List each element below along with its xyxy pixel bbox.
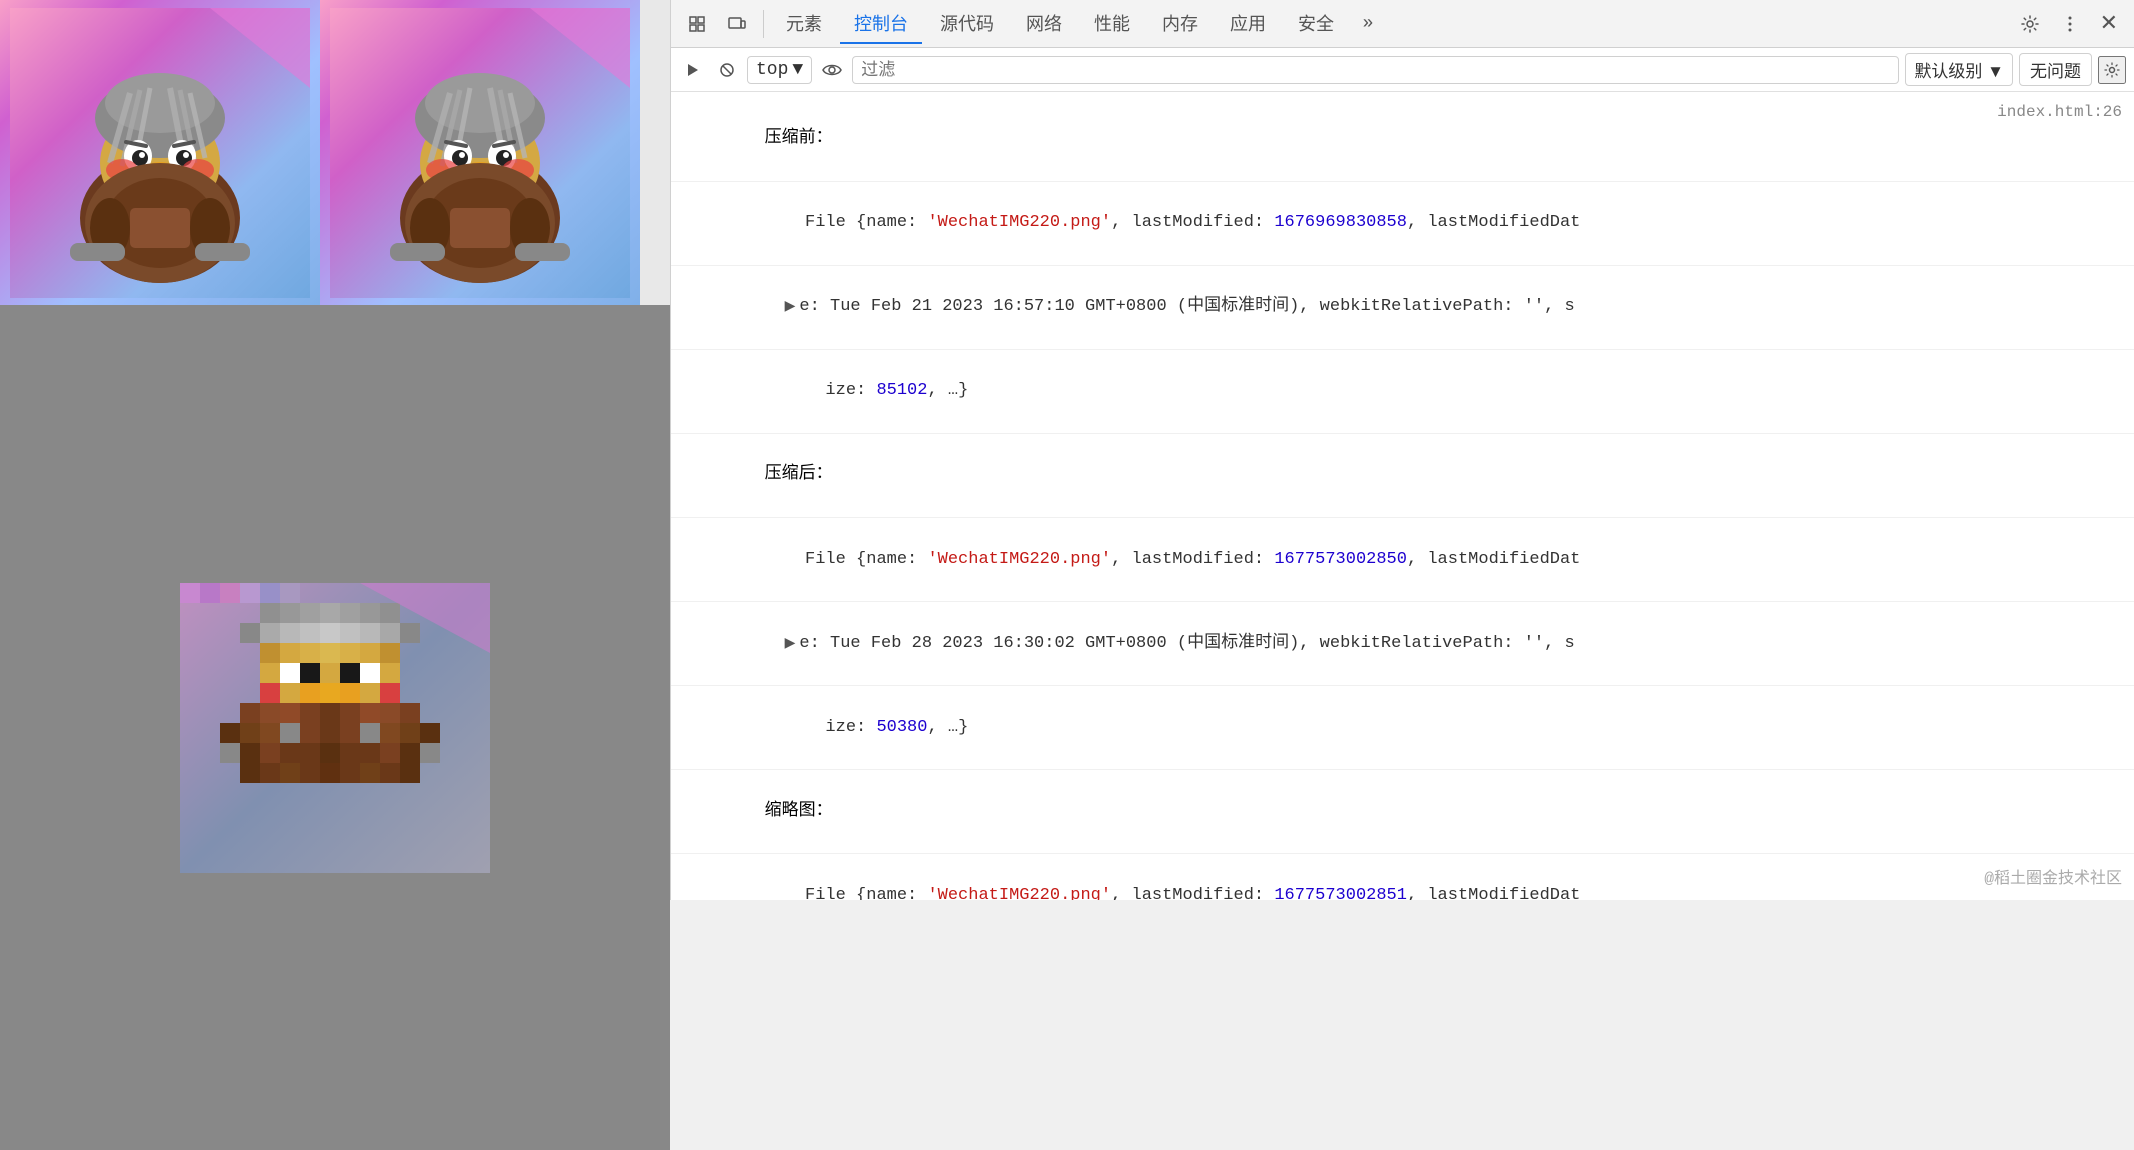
inspector-icon-button[interactable]: [679, 6, 715, 42]
expand-arrow-2[interactable]: ▶: [785, 636, 796, 652]
tab-application[interactable]: 应用: [1216, 4, 1280, 44]
responsive-icon-button[interactable]: [719, 6, 755, 42]
tab-performance[interactable]: 性能: [1080, 4, 1144, 44]
console-entry-file-2c: ▶e: Tue Feb 28 2023 16:30:02 GMT+0800 (中…: [671, 602, 2134, 686]
tab-network[interactable]: 网络: [1012, 4, 1076, 44]
label-compressed-after: 压缩后：: [765, 465, 833, 484]
console-entry-content-1: 压缩前：: [683, 100, 1981, 179]
label-thumbnail: 缩略图：: [765, 802, 833, 821]
console-entry-file-1: File {name: 'WechatIMG220.png', lastModi…: [671, 182, 2134, 266]
console-entry-content-2d: ize: 50380, …}: [703, 688, 2122, 767]
image-compressed: [320, 0, 640, 305]
devtools-second-toolbar: top ▼ 默认级别 ▼ 无问题: [671, 48, 2134, 92]
console-entry-content-3: 缩略图：: [683, 772, 2122, 851]
images-grid: [0, 0, 670, 845]
source-link-1[interactable]: index.html:26: [1981, 100, 2122, 125]
console-entry-content-2b: File {name: 'WechatIMG220.png', lastModi…: [703, 520, 2122, 599]
console-output: 压缩前： index.html:26 File {name: 'WechatIM…: [671, 92, 2134, 900]
settings-gear-icon[interactable]: [2012, 6, 2048, 42]
devtools-top-toolbar: 元素 控制台 源代码 网络 性能 内存 应用 安全 » ✕: [671, 0, 2134, 48]
clear-console-button[interactable]: [713, 56, 741, 84]
watermark: @稻土圈金技术社区: [1984, 867, 2122, 892]
left-panel: 选择文件 WechatIMG220.png: [0, 0, 670, 900]
console-entry-content-2c: ▶e: Tue Feb 28 2023 16:30:02 GMT+0800 (中…: [703, 604, 2122, 683]
context-selector[interactable]: top ▼: [747, 56, 812, 84]
image-thumbnail: [0, 305, 670, 1150]
filter-input[interactable]: [852, 56, 1899, 84]
console-settings-button[interactable]: [2098, 56, 2126, 84]
tab-security[interactable]: 安全: [1284, 4, 1348, 44]
expand-arrow-1[interactable]: ▶: [785, 299, 796, 315]
tab-console[interactable]: 控制台: [840, 4, 922, 44]
console-entry-compressed-after: 压缩后：: [671, 434, 2134, 518]
console-entry-file-2: File {name: 'WechatIMG220.png', lastModi…: [671, 518, 2134, 602]
tab-memory[interactable]: 内存: [1148, 4, 1212, 44]
console-entry-compressed-before: 压缩前： index.html:26: [671, 98, 2134, 182]
console-entry-file-3: File {name: 'WechatIMG220.png', lastModi…: [671, 854, 2134, 900]
console-entry-content-1c: ▶e: Tue Feb 21 2023 16:57:10 GMT+0800 (中…: [703, 268, 2122, 347]
run-script-button[interactable]: [679, 56, 707, 84]
console-entry-content-3b: File {name: 'WechatIMG220.png', lastModi…: [703, 856, 2122, 900]
label-compressed-before: 压缩前：: [765, 129, 833, 148]
tab-elements[interactable]: 元素: [772, 4, 836, 44]
devtools-panel: 元素 控制台 源代码 网络 性能 内存 应用 安全 » ✕: [670, 0, 2134, 900]
console-entry-file-1d: ize: 85102, …}: [671, 350, 2134, 434]
no-issues-button[interactable]: 无问题: [2019, 53, 2092, 86]
live-expression-button[interactable]: [818, 56, 846, 84]
console-entry-content-1d: ize: 85102, …}: [703, 352, 2122, 431]
more-options-icon[interactable]: [2052, 6, 2088, 42]
close-button[interactable]: ✕: [2092, 11, 2126, 37]
toolbar-separator-1: [763, 10, 764, 38]
console-entry-thumbnail: 缩略图：: [671, 770, 2134, 854]
image-original: [0, 0, 320, 305]
console-entry-file-2d: ize: 50380, …}: [671, 686, 2134, 770]
context-value: top: [756, 60, 788, 80]
console-entry-file-1c: ▶e: Tue Feb 21 2023 16:57:10 GMT+0800 (中…: [671, 266, 2134, 350]
log-level-selector[interactable]: 默认级别 ▼: [1905, 53, 2013, 86]
context-dropdown-arrow: ▼: [792, 60, 803, 80]
more-tabs-button[interactable]: »: [1352, 8, 1384, 40]
console-entry-content-2: 压缩后：: [683, 436, 2122, 515]
console-entry-content-1b: File {name: 'WechatIMG220.png', lastModi…: [703, 184, 2122, 263]
tab-sources[interactable]: 源代码: [926, 4, 1008, 44]
